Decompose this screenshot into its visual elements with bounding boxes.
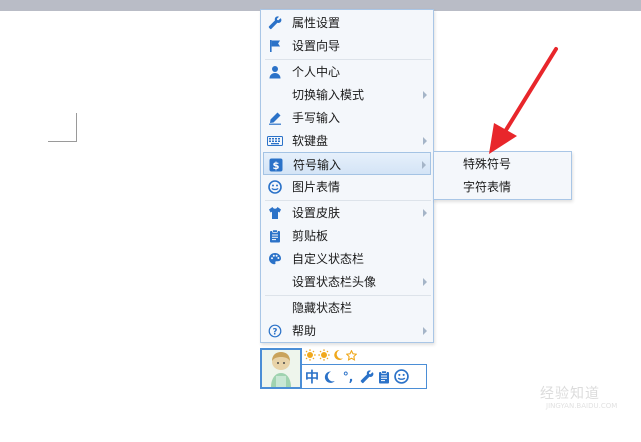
submenu-arrow-icon xyxy=(423,327,427,335)
menu-item-label: 图片表情 xyxy=(292,180,341,194)
wrench-icon[interactable] xyxy=(360,368,374,386)
moon-icon xyxy=(334,349,343,360)
ime-context-menu: 属性设置 设置向导 个人中心 切换输入模式 手写输入 软键盘 $ 符号输入 图片… xyxy=(260,9,434,343)
menu-item-label: 软键盘 xyxy=(292,134,329,148)
menu-item-label: 隐藏状态栏 xyxy=(292,301,353,315)
menu-item-switch-input-mode[interactable]: 切换输入模式 xyxy=(263,83,431,106)
symbol-input-submenu: 特殊符号 字符表情 xyxy=(433,151,572,200)
menu-item-clipboard[interactable]: 剪贴板 xyxy=(263,224,431,247)
menu-item-picture-emoticons[interactable]: 图片表情 xyxy=(263,175,431,198)
level-indicator xyxy=(304,348,357,362)
submenu-item-special-symbols[interactable]: 特殊符号 xyxy=(463,156,511,172)
submenu-arrow-icon xyxy=(423,278,427,286)
menu-item-label: 符号输入 xyxy=(293,158,342,172)
menu-item-properties[interactable]: 属性设置 xyxy=(263,11,431,34)
menu-item-label: 自定义状态栏 xyxy=(292,252,365,266)
menu-item-label: 剪贴板 xyxy=(292,229,329,243)
submenu-arrow-icon xyxy=(423,209,427,217)
punctuation-toggle[interactable]: °, xyxy=(339,368,357,386)
menu-item-handwriting[interactable]: 手写输入 xyxy=(263,106,431,129)
help-icon: ? xyxy=(267,323,283,339)
statusbar-toolbar: 中 °, xyxy=(301,364,427,389)
clipboard-icon[interactable] xyxy=(377,368,391,386)
menu-item-setup-wizard[interactable]: 设置向导 xyxy=(263,34,431,57)
menu-item-label: 手写输入 xyxy=(292,111,341,125)
svg-text:?: ? xyxy=(273,327,278,337)
tshirt-icon xyxy=(267,205,283,221)
user-icon xyxy=(267,64,283,80)
menu-item-hide-statusbar[interactable]: 隐藏状态栏 xyxy=(263,296,431,319)
statusbar-avatar[interactable] xyxy=(260,348,302,389)
submenu-arrow-icon xyxy=(423,137,427,145)
menu-item-label: 设置皮肤 xyxy=(292,206,341,220)
pen-icon xyxy=(267,110,283,126)
submenu-arrow-icon xyxy=(423,91,427,99)
menu-item-customize-statusbar[interactable]: 自定义状态栏 xyxy=(263,247,431,270)
watermark-url: JINGYAN.BAIDU.COM xyxy=(546,402,618,410)
menu-item-help[interactable]: ? 帮助 xyxy=(263,319,431,342)
star-icon xyxy=(346,349,357,361)
menu-item-label: 属性设置 xyxy=(292,16,341,30)
menu-item-label: 切换输入模式 xyxy=(292,88,365,102)
menu-item-soft-keyboard[interactable]: 软键盘 xyxy=(263,129,431,152)
watermark: 经验知道 xyxy=(540,386,600,402)
menu-item-label: 个人中心 xyxy=(292,65,341,79)
dollar-icon: $ xyxy=(268,157,284,173)
wrench-icon xyxy=(267,15,283,31)
svg-text:$: $ xyxy=(273,161,280,172)
menu-item-label: 设置状态栏头像 xyxy=(292,275,377,289)
flag-icon xyxy=(267,38,283,54)
submenu-item-character-emoticons[interactable]: 字符表情 xyxy=(463,179,511,195)
menu-item-statusbar-avatar[interactable]: 设置状态栏头像 xyxy=(263,270,431,293)
sun-icon xyxy=(304,349,316,361)
menu-item-personal-center[interactable]: 个人中心 xyxy=(263,60,431,83)
palette-icon xyxy=(267,251,283,267)
menu-item-label: 设置向导 xyxy=(292,39,341,53)
menu-item-symbol-input[interactable]: $ 符号输入 xyxy=(263,152,431,175)
sun-icon xyxy=(318,349,330,361)
submenu-arrow-icon xyxy=(422,161,426,169)
half-moon-icon[interactable] xyxy=(322,368,336,386)
clipboard-icon xyxy=(267,228,283,244)
input-mode-toggle[interactable]: 中 xyxy=(305,368,319,386)
menu-item-label: 帮助 xyxy=(292,324,317,338)
smiley-icon[interactable] xyxy=(394,368,409,386)
keyboard-icon xyxy=(267,133,283,149)
smiley-icon xyxy=(267,179,283,195)
document-margin-corner xyxy=(48,113,77,142)
menu-item-set-skin[interactable]: 设置皮肤 xyxy=(263,201,431,224)
